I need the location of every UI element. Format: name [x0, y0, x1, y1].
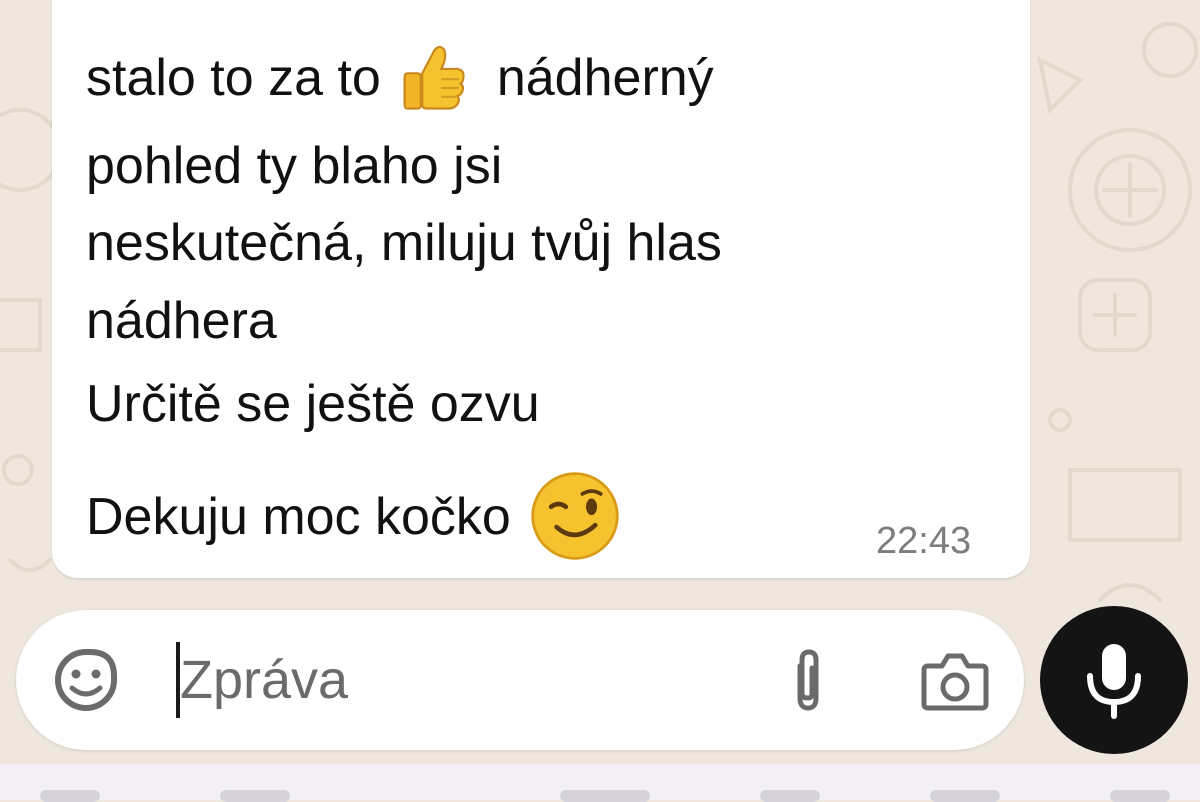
message-input[interactable]: [180, 640, 720, 720]
winking-face-icon: [529, 470, 621, 571]
nav-item: [760, 790, 820, 802]
attach-icon[interactable]: [782, 646, 834, 716]
sticker-icon[interactable]: [52, 646, 120, 714]
nav-item: [560, 790, 650, 802]
message-text-2: nádherný: [496, 49, 714, 108]
nav-item: [40, 790, 100, 802]
message-text-7: Dekuju moc kočko: [86, 488, 511, 547]
message-input-area[interactable]: [176, 640, 736, 720]
nav-item: [1110, 790, 1170, 802]
message-text-1: stalo to za to: [86, 49, 381, 108]
message-composer: [16, 610, 1024, 750]
message-line: pohled ty blaho jsi: [86, 137, 503, 195]
nav-item: [930, 790, 1000, 802]
voice-message-button[interactable]: [1040, 606, 1188, 754]
message-timestamp: 22:43: [876, 520, 972, 562]
message-line: neskutečná, miluju tvůj hlas: [86, 214, 722, 272]
message-line: nádhera: [86, 292, 277, 350]
message-line: Dekuju moc kočko: [86, 470, 621, 571]
nav-item: [220, 790, 290, 802]
message-line: Určitě se ještě ozvu: [86, 375, 540, 433]
camera-icon[interactable]: [920, 650, 990, 712]
microphone-icon: [1087, 644, 1141, 719]
thumbs-up-icon: [383, 44, 479, 119]
message-line: stalo to za to nádherný: [86, 44, 714, 119]
bottom-bar: [0, 764, 1200, 802]
